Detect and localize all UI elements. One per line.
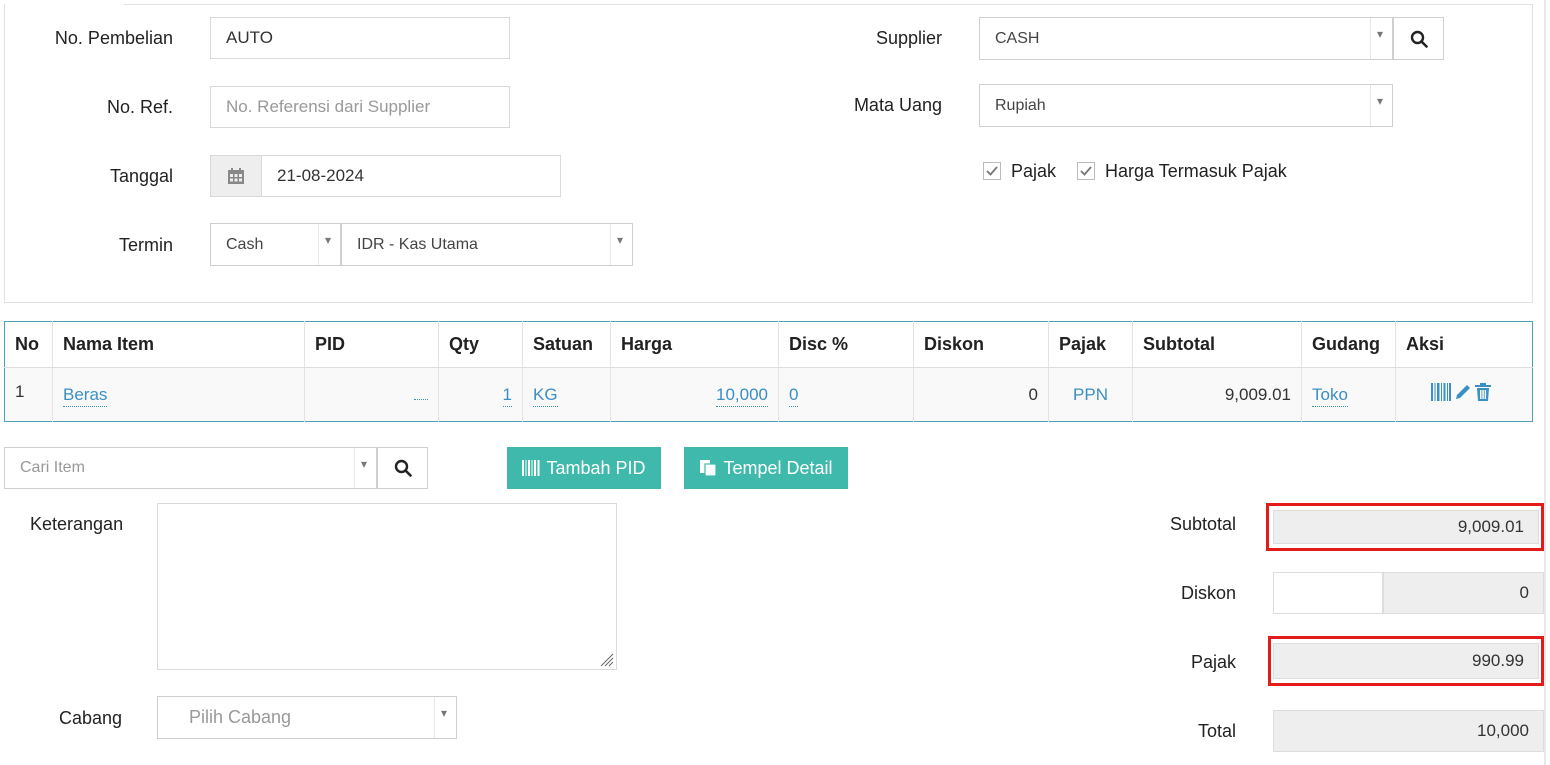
summary-pajak-label: Pajak [1190, 652, 1236, 672]
col-header-subtotal: Subtotal [1132, 321, 1302, 368]
cabang-label: Cabang [59, 708, 123, 728]
chevron-down-icon [610, 220, 632, 265]
no-pembelian-label: No. Pembelian [54, 28, 173, 48]
kas-select[interactable]: IDR - Kas Utama [341, 220, 633, 266]
gudang-editable[interactable]: Toko [1312, 384, 1348, 407]
chevron-down-icon [354, 444, 376, 488]
keterangan-label: Keterangan [30, 514, 124, 534]
col-header-harga: Harga [610, 321, 779, 368]
chevron-down-icon [1370, 81, 1392, 126]
tempel-detail-label: Tempel Detail [723, 457, 833, 478]
col-header-pid: PID [304, 321, 439, 368]
cell-no: 1 [4, 367, 53, 422]
cabang-select[interactable]: Pilih Cabang [157, 693, 457, 739]
paste-icon [700, 460, 718, 477]
chevron-down-icon [318, 220, 340, 265]
harga-editable[interactable]: 10,000 [716, 384, 768, 407]
pid-editable[interactable] [414, 386, 428, 400]
summary-subtotal-label: Subtotal [1169, 514, 1236, 534]
col-header-satuan: Satuan [522, 321, 611, 368]
summary-total-label: Total [1197, 721, 1236, 741]
pencil-icon[interactable] [1454, 383, 1472, 401]
chevron-down-icon [1370, 14, 1392, 59]
tanggal-label: Tanggal [109, 166, 173, 186]
items-table: No Nama Item PID Qty Satuan Harga Disc %… [4, 321, 1533, 422]
cabang-placeholder: Pilih Cabang [189, 707, 292, 727]
no-ref-field[interactable]: No. Referensi dari Supplier [210, 86, 510, 128]
cari-item-search-button[interactable] [377, 447, 428, 489]
summary-pajak-value: 990.99 [1273, 643, 1539, 679]
barcode-icon[interactable] [1431, 383, 1451, 401]
mata-uang-select-value: Rupiah [995, 97, 1046, 114]
scrollbar-track[interactable] [1544, 0, 1546, 765]
check-icon [986, 166, 998, 176]
resize-handle-icon [600, 653, 614, 667]
keterangan-textarea[interactable] [157, 503, 617, 670]
col-header-aksi: Aksi [1395, 321, 1533, 368]
cell-aksi [1395, 367, 1533, 422]
cari-item-select[interactable]: Cari Item [4, 444, 377, 489]
termin-select[interactable]: Cash [210, 220, 341, 266]
cell-nama-item: Beras [52, 367, 305, 422]
disc-pct-editable[interactable]: 0 [789, 384, 799, 407]
cell-diskon: 0 [913, 367, 1049, 422]
satuan-editable[interactable]: KG [533, 384, 558, 407]
no-ref-label: No. Ref. [106, 97, 173, 117]
cell-qty: 1 [438, 367, 523, 422]
col-header-gudang: Gudang [1301, 321, 1396, 368]
harga-termasuk-pajak-label: Harga Termasuk Pajak [1105, 161, 1287, 181]
cell-subtotal: 9,009.01 [1132, 367, 1302, 422]
supplier-select-value: CASH [995, 30, 1040, 47]
col-header-disc-pct: Disc % [778, 321, 914, 368]
cell-pajak: PPN [1048, 367, 1133, 422]
cell-disc-pct: 0 [778, 367, 914, 422]
search-icon [394, 459, 412, 477]
col-header-no: No [4, 321, 53, 368]
col-header-diskon: Diskon [913, 321, 1049, 368]
cari-item-placeholder: Cari Item [20, 459, 85, 476]
pajak-highlight: 990.99 [1268, 636, 1544, 686]
supplier-select[interactable]: CASH [979, 14, 1393, 60]
search-icon [1410, 30, 1428, 48]
summary-diskon-input[interactable] [1273, 572, 1383, 614]
calendar-icon[interactable] [210, 155, 262, 197]
subtotal-highlight: 9,009.01 [1266, 503, 1544, 551]
check-icon [1080, 166, 1092, 176]
cell-gudang: Toko [1301, 367, 1396, 422]
summary-diskon-label: Diskon [1180, 583, 1236, 603]
termin-label: Termin [118, 235, 173, 255]
tanggal-field[interactable]: 21-08-2024 [261, 155, 561, 197]
pajak-editable[interactable]: PPN [1073, 385, 1108, 404]
cell-pid [304, 367, 439, 422]
mata-uang-select[interactable]: Rupiah [979, 81, 1393, 127]
tempel-detail-button[interactable]: Tempel Detail [684, 447, 848, 489]
tambah-pid-label: Tambah PID [546, 457, 646, 478]
harga-termasuk-pajak-checkbox[interactable] [1077, 162, 1095, 180]
summary-diskon-value: 0 [1383, 572, 1544, 614]
chevron-down-icon [434, 693, 456, 738]
table-row: 1 Beras 1 KG 10,000 0 0 PPN 9,009.01 Tok… [4, 367, 1533, 422]
trash-icon[interactable] [1475, 383, 1491, 401]
summary-subtotal-value: 9,009.01 [1273, 510, 1539, 544]
no-pembelian-field[interactable]: AUTO [210, 17, 510, 59]
termin-select-value: Cash [226, 236, 264, 253]
mata-uang-label: Mata Uang [853, 95, 942, 115]
col-header-pajak: Pajak [1048, 321, 1133, 368]
tambah-pid-button[interactable]: Tambah PID [507, 447, 661, 489]
kas-select-value: IDR - Kas Utama [357, 236, 478, 253]
table-header-row: No Nama Item PID Qty Satuan Harga Disc %… [4, 321, 1533, 368]
qty-editable[interactable]: 1 [502, 384, 512, 407]
supplier-label: Supplier [875, 28, 942, 48]
col-header-nama-item: Nama Item [52, 321, 305, 368]
pajak-checkbox[interactable] [983, 162, 1001, 180]
nama-item-link[interactable]: Beras [63, 384, 108, 407]
supplier-search-button[interactable] [1393, 17, 1444, 60]
pajak-checkbox-label: Pajak [1011, 161, 1057, 181]
cell-harga: 10,000 [610, 367, 779, 422]
cell-satuan: KG [522, 367, 611, 422]
col-header-qty: Qty [438, 321, 523, 368]
summary-total-value: 10,000 [1273, 710, 1544, 752]
barcode-icon [522, 460, 540, 476]
